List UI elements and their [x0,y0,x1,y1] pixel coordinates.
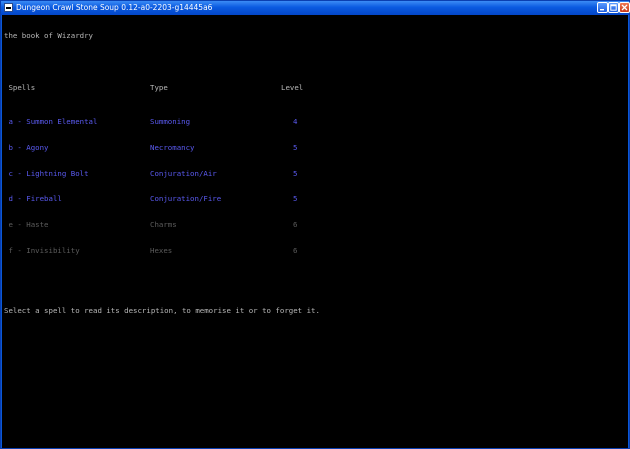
spell-name: a - Summon Elemental [4,117,98,127]
spell-type: Summoning [150,117,191,127]
close-button[interactable] [619,2,630,13]
spell-name: c - Lightning Bolt [4,168,89,178]
spell-level: 6 [293,220,298,230]
terminal-area[interactable]: the book of Wizardry Spells Type Level a -… [2,15,628,448]
spell-type: Hexes [150,246,173,256]
minimize-button[interactable] [597,2,608,13]
title-bar[interactable]: Dungeon Crawl Stone Soup 0.12-a0-2203-g1… [1,1,630,15]
close-icon [621,4,628,11]
spellbook-menu: the book of Wizardry Spells Type Level a -… [4,15,320,333]
book-title: the book of Wizardry [4,31,93,41]
spell-level: 4 [293,117,298,127]
header-level: Level [281,82,304,92]
spell-row-unavailable[interactable]: e - Haste Charms 6 [4,221,320,230]
minimize-icon [600,9,604,11]
spell-name: f - Invisibility [4,246,80,256]
spell-level: 5 [293,168,298,178]
instruction-prompt: Select a spell to read its description, … [4,306,320,316]
spell-row-unavailable[interactable]: f - Invisibility Hexes 6 [4,246,320,256]
header-type: Type [150,82,168,92]
spell-type: Charms [150,220,177,230]
spell-name: b - Agony [4,142,49,152]
spell-row[interactable]: a - Summon Elemental Summoning 4 [4,118,320,127]
spell-type: Conjuration/Fire [150,194,222,204]
spell-row[interactable]: b - Agony Necromancy 5 [4,142,320,153]
window-title: Dungeon Crawl Stone Soup 0.12-a0-2203-g1… [16,3,213,12]
maximize-button[interactable] [608,2,619,13]
maximize-icon [610,4,617,11]
spell-type: Conjuration/Air [150,168,217,178]
spell-level: 5 [293,142,298,152]
spell-name: e - Haste [4,220,49,230]
spell-row[interactable]: d - Fireball Conjuration/Fire 5 [4,195,320,204]
app-window: Dungeon Crawl Stone Soup 0.12-a0-2203-g1… [0,0,630,449]
header-spells: Spells [4,82,36,92]
header-row: Spells Type Level [4,82,320,93]
spell-name: d - Fireball [4,194,62,204]
spell-level: 6 [293,246,298,256]
spell-level: 5 [293,194,298,204]
spell-row[interactable]: c - Lightning Bolt Conjuration/Air 5 [4,168,320,179]
spell-type: Necromancy [150,142,195,152]
terminal-app-icon[interactable] [4,3,13,12]
